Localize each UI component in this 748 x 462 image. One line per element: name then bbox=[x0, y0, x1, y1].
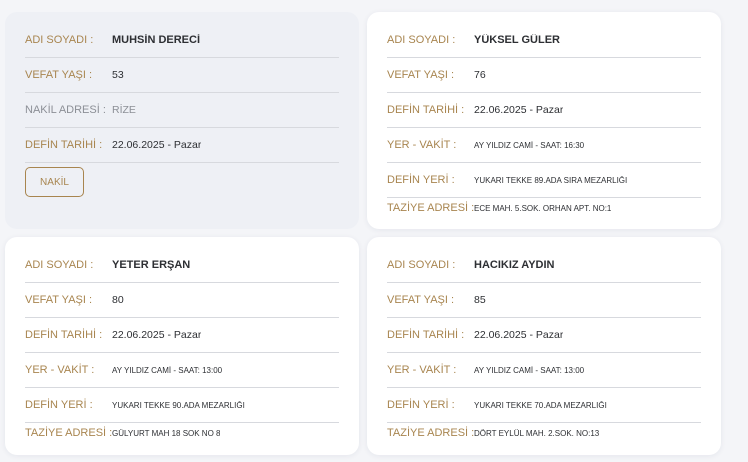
age-value: 80 bbox=[112, 294, 124, 306]
obituary-card-yeter-ersan: ADI SOYADI : YETER ERŞAN VEFAT YAŞI : 80… bbox=[5, 237, 359, 455]
condolence-address-value: DÖRT EYLÜL MAH. 2.SOK. NO:13 bbox=[474, 428, 600, 438]
transfer-address-value: RİZE bbox=[112, 104, 136, 116]
place-time-value: AY YILDIZ CAMİ - SAAT: 13:00 bbox=[112, 365, 223, 375]
name-label: ADI SOYADI : bbox=[25, 259, 94, 271]
burial-place-value: YUKARI TEKKE 89.ADA SIRA MEZARLIĞI bbox=[474, 175, 628, 185]
condolence-address-label: TAZİYE ADRESİ : bbox=[25, 427, 113, 439]
place-time-row: YER - VAKİT : AY YILDIZ CAMİ - SAAT: 16:… bbox=[387, 128, 701, 163]
burial-date-value: 22.06.2025 - Pazar bbox=[474, 104, 564, 116]
age-label: VEFAT YAŞI : bbox=[387, 294, 455, 306]
name-label: ADI SOYADI : bbox=[387, 259, 456, 271]
burial-place-label: DEFİN YERİ : bbox=[387, 174, 455, 186]
condolence-address-value: GÜLYURT MAH 18 SOK NO 8 bbox=[112, 428, 221, 438]
burial-place-label: DEFİN YERİ : bbox=[387, 399, 455, 411]
burial-date-value: 22.06.2025 - Pazar bbox=[112, 329, 202, 341]
age-value: 53 bbox=[112, 69, 124, 81]
name-row: ADI SOYADI : YETER ERŞAN bbox=[25, 248, 339, 283]
burial-date-label: DEFİN TARİHİ : bbox=[25, 329, 103, 341]
age-label: VEFAT YAŞI : bbox=[25, 69, 93, 81]
name-value: YETER ERŞAN bbox=[112, 259, 191, 271]
age-row: VEFAT YAŞI : 85 bbox=[387, 283, 701, 318]
transfer-address-label: NAKİL ADRESİ : bbox=[25, 104, 106, 116]
burial-date-row: DEFİN TARİHİ : 22.06.2025 - Pazar bbox=[387, 318, 701, 353]
name-row: ADI SOYADI : MUHSİN DERECİ bbox=[25, 23, 339, 58]
burial-date-label: DEFİN TARİHİ : bbox=[25, 139, 103, 151]
name-value: MUHSİN DERECİ bbox=[112, 34, 201, 46]
obituary-card-yuksel-guler: ADI SOYADI : YÜKSEL GÜLER VEFAT YAŞI : 7… bbox=[367, 12, 721, 229]
burial-place-label: DEFİN YERİ : bbox=[25, 399, 93, 411]
age-row: VEFAT YAŞI : 53 bbox=[25, 58, 339, 93]
name-label: ADI SOYADI : bbox=[25, 34, 94, 46]
age-label: VEFAT YAŞI : bbox=[25, 294, 93, 306]
burial-date-row: DEFİN TARİHİ : 22.06.2025 - Pazar bbox=[387, 93, 701, 128]
burial-place-value: YUKARI TEKKE 90.ADA MEZARLIĞI bbox=[112, 400, 245, 410]
condolence-address-row: TAZİYE ADRESİ : GÜLYURT MAH 18 SOK NO 8 bbox=[25, 417, 339, 449]
age-label: VEFAT YAŞI : bbox=[387, 69, 455, 81]
age-row: VEFAT YAŞI : 80 bbox=[25, 283, 339, 318]
burial-date-value: 22.06.2025 - Pazar bbox=[112, 139, 202, 151]
burial-date-label: DEFİN TARİHİ : bbox=[387, 104, 465, 116]
condolence-address-label: TAZİYE ADRESİ : bbox=[387, 427, 475, 439]
name-value: HACIKIZ AYDIN bbox=[474, 259, 555, 271]
burial-date-label: DEFİN TARİHİ : bbox=[387, 329, 465, 341]
obituary-card-hacikiz-aydin: ADI SOYADI : HACIKIZ AYDIN VEFAT YAŞI : … bbox=[367, 237, 721, 455]
name-row: ADI SOYADI : YÜKSEL GÜLER bbox=[387, 23, 701, 58]
obituary-card-muhsin-dereci: ADI SOYADI : MUHSİN DERECİ VEFAT YAŞI : … bbox=[5, 12, 359, 229]
name-label: ADI SOYADI : bbox=[387, 34, 456, 46]
place-time-row: YER - VAKİT : AY YILDIZ CAMİ - SAAT: 13:… bbox=[387, 353, 701, 388]
burial-date-value: 22.06.2025 - Pazar bbox=[474, 329, 564, 341]
age-value: 85 bbox=[474, 294, 486, 306]
condolence-address-label: TAZİYE ADRESİ : bbox=[387, 202, 475, 214]
place-time-label: YER - VAKİT : bbox=[387, 139, 457, 151]
transfer-button[interactable]: NAKİL bbox=[25, 167, 84, 197]
place-time-value: AY YILDIZ CAMİ - SAAT: 16:30 bbox=[474, 140, 585, 150]
condolence-address-row: TAZİYE ADRESİ : ECE MAH. 5.SOK. ORHAN AP… bbox=[387, 192, 701, 224]
age-value: 76 bbox=[474, 69, 486, 81]
place-time-label: YER - VAKİT : bbox=[25, 364, 95, 376]
place-time-value: AY YILDIZ CAMİ - SAAT: 13:00 bbox=[474, 365, 585, 375]
name-row: ADI SOYADI : HACIKIZ AYDIN bbox=[387, 248, 701, 283]
place-time-label: YER - VAKİT : bbox=[387, 364, 457, 376]
burial-place-value: YUKARI TEKKE 70.ADA MEZARLIĞI bbox=[474, 400, 607, 410]
transfer-address-row: NAKİL ADRESİ : RİZE bbox=[25, 93, 339, 128]
age-row: VEFAT YAŞI : 76 bbox=[387, 58, 701, 93]
condolence-address-value: ECE MAH. 5.SOK. ORHAN APT. NO:1 bbox=[474, 203, 612, 213]
name-value: YÜKSEL GÜLER bbox=[474, 34, 560, 46]
burial-date-row: DEFİN TARİHİ : 22.06.2025 - Pazar bbox=[25, 128, 339, 163]
place-time-row: YER - VAKİT : AY YILDIZ CAMİ - SAAT: 13:… bbox=[25, 353, 339, 388]
burial-date-row: DEFİN TARİHİ : 22.06.2025 - Pazar bbox=[25, 318, 339, 353]
condolence-address-row: TAZİYE ADRESİ : DÖRT EYLÜL MAH. 2.SOK. N… bbox=[387, 417, 701, 449]
